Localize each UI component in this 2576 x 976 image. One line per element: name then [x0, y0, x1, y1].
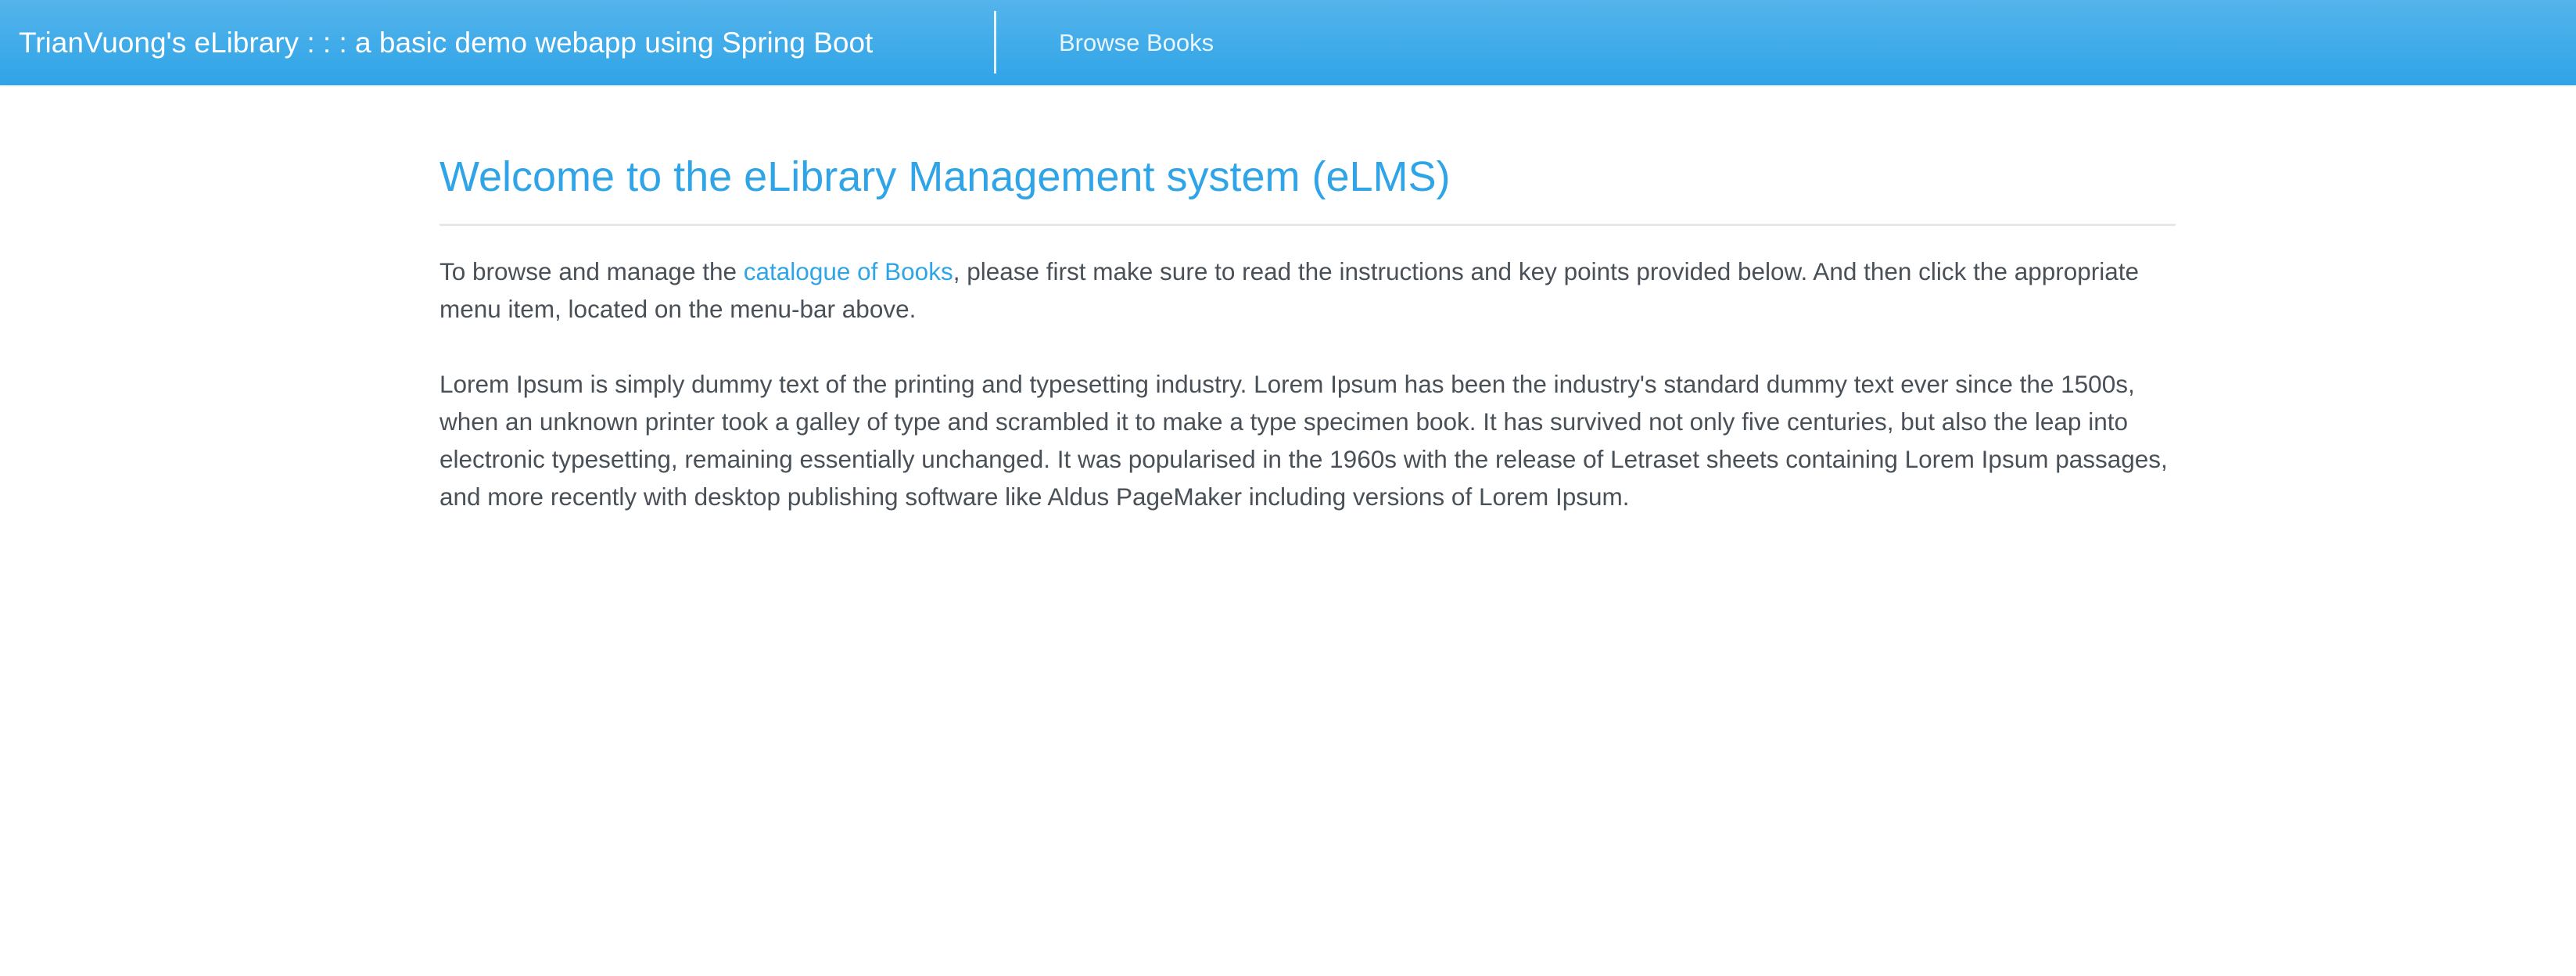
title-divider	[439, 224, 2176, 226]
brand-link[interactable]: TrianVuong's eLibrary : : : a basic demo…	[19, 0, 873, 85]
page-title: Welcome to the eLibrary Management syste…	[439, 153, 1451, 200]
navbar-divider	[994, 11, 996, 74]
intro-paragraph: To browse and manage the catalogue of Bo…	[439, 253, 2176, 328]
nav-link-browse-books[interactable]: Browse Books	[1059, 0, 1214, 85]
intro-text-before-link: To browse and manage the	[439, 257, 744, 285]
top-navbar: TrianVuong's eLibrary : : : a basic demo…	[0, 0, 2576, 85]
lorem-ipsum-paragraph: Lorem Ipsum is simply dummy text of the …	[439, 370, 2168, 511]
main-content: Welcome to the eLibrary Management syste…	[439, 138, 2176, 515]
catalogue-of-books-link[interactable]: catalogue of Books	[744, 257, 953, 285]
